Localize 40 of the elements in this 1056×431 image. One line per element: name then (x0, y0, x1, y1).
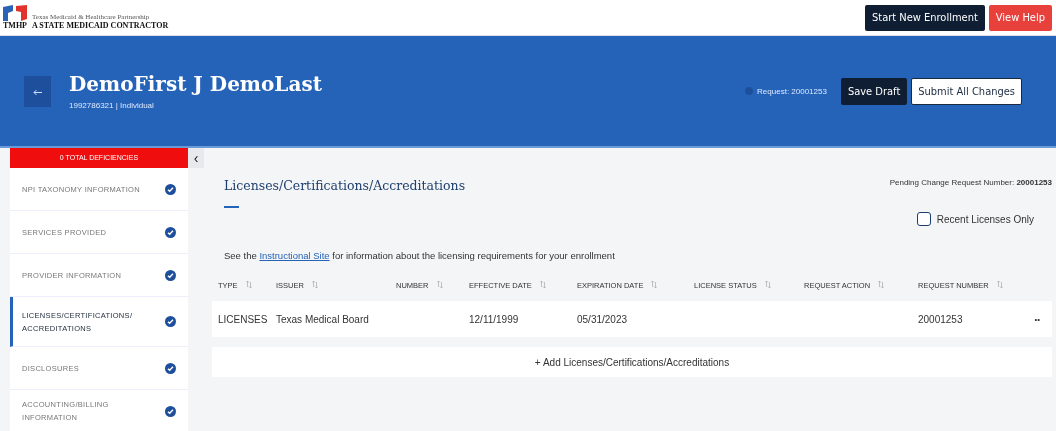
back-arrow-icon (33, 88, 42, 96)
sort-icon[interactable] (764, 280, 771, 288)
sort-icon[interactable] (996, 280, 1003, 288)
recent-licenses-checkbox[interactable]: Recent Licenses Only (916, 212, 1034, 226)
logo-wordmark: TMHP (3, 21, 27, 30)
check-circle-icon (165, 269, 176, 281)
sort-icon[interactable] (311, 280, 318, 288)
logo-subtitle: A STATE MEDICAID CONTRACTOR (32, 21, 169, 30)
row-menu-button[interactable]: •• (1034, 314, 1040, 324)
pending-request-number: Pending Change Request Number: 20001253 (889, 178, 1052, 189)
check-circle-icon (165, 362, 176, 374)
check-circle-icon (165, 316, 176, 327)
request-number: Request: 20001253 (757, 86, 827, 96)
header-button[interactable]: View Help (988, 4, 1052, 31)
instructional-site-link[interactable]: Instructional Site (259, 250, 330, 261)
banner-button[interactable]: Submit All Changes (911, 77, 1022, 105)
instructions-text: See the Instructional Site for information about the licensing requirements for your enrollment (224, 250, 616, 261)
sort-icon[interactable] (245, 280, 252, 288)
sort-icon[interactable] (651, 280, 658, 288)
sort-icon[interactable] (878, 280, 885, 288)
check-circle-icon (165, 183, 176, 195)
provider-details: 1992786321 | Individual (69, 101, 155, 110)
sort-icon[interactable] (436, 280, 443, 288)
table-cell: Texas Medical Board (276, 313, 369, 325)
section-title: Licenses/Certifications/Accreditations (224, 178, 466, 193)
check-circle-icon (165, 226, 176, 238)
table-cell: 20001253 (918, 313, 963, 325)
header-button[interactable]: Start New Enrollment (865, 4, 985, 31)
table-cell: 12/11/1999 (469, 313, 519, 325)
check-circle-icon (165, 405, 176, 417)
back-button[interactable] (24, 75, 51, 107)
status-dot-icon (745, 87, 754, 95)
sort-icon[interactable] (539, 280, 546, 288)
add-license-button[interactable]: + Add Licenses/Certifications/Accreditations (212, 347, 1052, 377)
table-cell: LICENSES (218, 313, 268, 325)
provider-name: DemoFirst J DemoLast (69, 72, 322, 96)
banner-button[interactable]: Save Draft (840, 77, 908, 105)
collapse-button[interactable]: ‹ (188, 148, 204, 168)
table-cell: 05/31/2023 (577, 313, 628, 325)
logo-icon (2, 5, 28, 21)
